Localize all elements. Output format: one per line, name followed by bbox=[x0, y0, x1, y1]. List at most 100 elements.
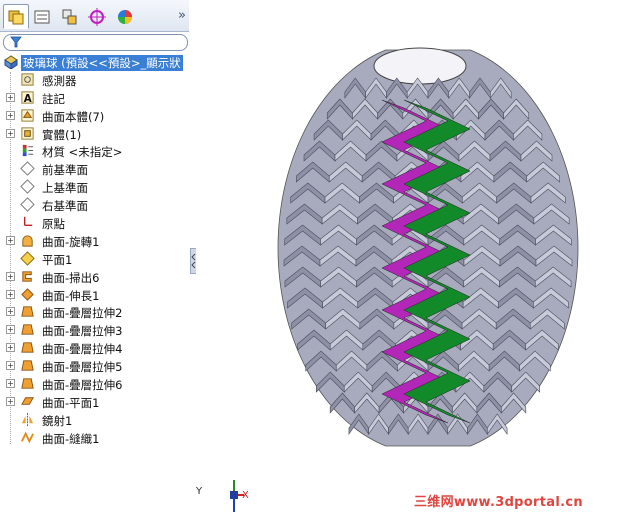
tree-item-label: 實體(1) bbox=[42, 127, 82, 142]
svg-text:A: A bbox=[24, 93, 32, 105]
tree-item[interactable]: + 曲面-伸長1 bbox=[0, 286, 189, 304]
plane-icon bbox=[20, 179, 35, 194]
expand-toggle[interactable]: + bbox=[6, 307, 15, 317]
tree-item[interactable]: + 曲面-平面1 bbox=[0, 393, 189, 411]
feature-manager-panel: » 玻璃球 (預設<<預設>_顯示狀 感測器 + A 註記 + 曲面本體(7) + 實體(1)… bbox=[0, 0, 190, 515]
tree-item-label: 曲面本體(7) bbox=[42, 109, 105, 124]
tree-item-label: 曲面-平面1 bbox=[42, 395, 100, 410]
display-pie-icon bbox=[118, 9, 132, 24]
tree-item[interactable]: 右基準面 bbox=[0, 196, 189, 214]
surface-bodies-icon bbox=[21, 109, 34, 122]
tree-item-label: 曲面-疊層拉伸4 bbox=[42, 342, 123, 357]
coordinate-triad: Y X bbox=[195, 478, 256, 519]
tree-item[interactable]: + 曲面-疊層拉伸2 bbox=[0, 303, 189, 321]
tree-item[interactable]: 原點 bbox=[0, 214, 189, 232]
expand-toggle[interactable]: + bbox=[6, 235, 15, 245]
tree-item[interactable]: + 曲面-疊層拉伸3 bbox=[0, 321, 189, 339]
sensor-icon bbox=[21, 73, 34, 86]
mirror-icon bbox=[21, 412, 34, 426]
tree-item-label: 曲面-疊層拉伸2 bbox=[42, 306, 123, 321]
tree-item[interactable]: + 曲面-掃出6 bbox=[0, 268, 189, 286]
expand-toggle[interactable]: + bbox=[6, 361, 15, 371]
tree-item-label: 原點 bbox=[42, 217, 65, 232]
plane-feature-icon bbox=[20, 251, 35, 266]
loft-icon bbox=[21, 378, 34, 389]
feature-tree: 玻璃球 (預設<<預設>_顯示狀 感測器 + A 註記 + 曲面本體(7) + 實體(1) 材質… bbox=[0, 53, 189, 447]
expand-toggle[interactable]: + bbox=[6, 92, 15, 102]
feature-tree-icon bbox=[8, 10, 24, 24]
feature-manager-tab[interactable] bbox=[3, 4, 29, 29]
sweep-icon bbox=[22, 271, 32, 282]
tree-item-label: 前基準面 bbox=[42, 163, 88, 178]
configuration-icon bbox=[62, 9, 77, 24]
revolve-icon bbox=[22, 235, 33, 247]
plane-icon bbox=[20, 197, 35, 212]
tree-item-label: 平面1 bbox=[42, 252, 73, 267]
tree-item-label: 右基準面 bbox=[42, 199, 88, 214]
loft-icon bbox=[21, 324, 34, 336]
knit-icon bbox=[21, 431, 34, 444]
expand-toggle[interactable]: + bbox=[6, 325, 15, 335]
dimxpert-manager-tab[interactable] bbox=[84, 4, 110, 29]
tree-item[interactable]: 曲面-縫織1 bbox=[0, 429, 189, 447]
triad-origin bbox=[230, 491, 238, 499]
tree-item[interactable]: 平面1 bbox=[0, 250, 189, 268]
extrude-icon bbox=[21, 287, 34, 301]
solid-bodies-icon bbox=[21, 126, 34, 140]
tree-item-label: 感測器 bbox=[42, 73, 77, 88]
triad-x-label: X bbox=[242, 490, 249, 501]
tree-item[interactable]: 前基準面 bbox=[0, 160, 189, 178]
configuration-manager-tab[interactable] bbox=[56, 4, 82, 29]
expand-toggle[interactable]: + bbox=[6, 271, 15, 281]
tree-item[interactable]: 鏡射1 bbox=[0, 411, 189, 429]
expand-toggle[interactable]: + bbox=[6, 110, 15, 120]
panel-tabs: » bbox=[0, 0, 189, 32]
tree-item[interactable]: + 曲面-旋轉1 bbox=[0, 232, 189, 250]
loft-icon bbox=[21, 360, 34, 371]
expand-toggle[interactable]: + bbox=[6, 128, 15, 138]
tree-item-label: 註記 bbox=[42, 91, 65, 106]
tree-item[interactable]: + 實體(1) bbox=[0, 125, 189, 143]
expand-toggle[interactable]: + bbox=[6, 343, 15, 353]
part-icon bbox=[4, 55, 18, 69]
display-manager-tab[interactable] bbox=[112, 4, 138, 29]
tree-item-label: 曲面-縫織1 bbox=[42, 431, 100, 446]
vase-3d-model[interactable] bbox=[196, 0, 639, 515]
tree-item[interactable]: + A 註記 bbox=[0, 89, 189, 107]
tree-item-label: 曲面-伸長1 bbox=[42, 288, 100, 303]
tree-item[interactable]: 上基準面 bbox=[0, 178, 189, 196]
tree-filter-field[interactable] bbox=[3, 34, 188, 51]
plane-icon bbox=[20, 161, 35, 177]
tree-item[interactable]: + 曲面-疊層拉伸6 bbox=[0, 375, 189, 393]
tree-item-label: 上基準面 bbox=[42, 181, 88, 196]
crosshair-icon bbox=[88, 7, 106, 26]
tree-item[interactable]: 材質 <未指定> bbox=[0, 142, 189, 160]
tree-item[interactable]: 感測器 bbox=[0, 71, 189, 89]
more-tabs-chevron[interactable]: » bbox=[178, 8, 186, 23]
tree-item-label: 曲面-旋轉1 bbox=[42, 234, 100, 249]
tree-root-part[interactable]: 玻璃球 (預設<<預設>_顯示狀 bbox=[0, 53, 189, 71]
tree-root-label: 玻璃球 (預設<<預設>_顯示狀 bbox=[21, 55, 183, 71]
triad-y-label: Y bbox=[196, 486, 203, 497]
graphics-viewport[interactable] bbox=[196, 0, 639, 515]
tree-item-label: 曲面-疊層拉伸6 bbox=[42, 378, 123, 393]
vase-opening bbox=[373, 47, 467, 85]
tree-item-label: 曲面-掃出6 bbox=[42, 270, 100, 285]
tree-item[interactable]: + 曲面-疊層拉伸5 bbox=[0, 357, 189, 375]
expand-toggle[interactable]: + bbox=[6, 379, 15, 389]
origin-icon bbox=[23, 216, 33, 227]
tree-item-label: 材質 <未指定> bbox=[42, 145, 123, 160]
tree-item-label: 曲面-疊層拉伸5 bbox=[42, 360, 123, 375]
loft-icon bbox=[21, 306, 34, 318]
loft-icon bbox=[21, 342, 34, 353]
expand-toggle[interactable]: + bbox=[6, 289, 15, 299]
watermark: 三维网www.3dportal.cn bbox=[414, 495, 583, 510]
expand-toggle[interactable]: + bbox=[6, 396, 15, 406]
tree-item[interactable]: + 曲面-疊層拉伸4 bbox=[0, 339, 189, 357]
planar-surface-icon bbox=[21, 397, 34, 405]
tree-item-label: 曲面-疊層拉伸3 bbox=[42, 324, 123, 339]
filter-icon bbox=[10, 36, 22, 48]
property-manager-tab[interactable] bbox=[29, 4, 55, 29]
annotation-icon: A bbox=[21, 91, 34, 105]
tree-item[interactable]: + 曲面本體(7) bbox=[0, 107, 189, 125]
